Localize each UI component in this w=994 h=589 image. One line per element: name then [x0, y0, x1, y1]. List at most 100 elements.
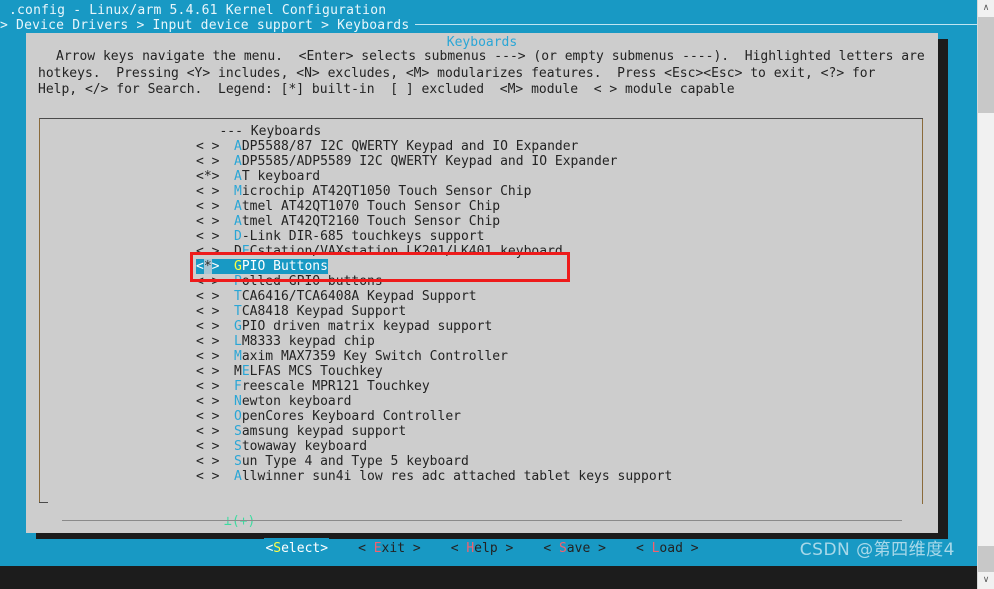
menu-item-label: Maxim MAX7359 Key Switch Controller: [234, 349, 508, 364]
menu-item-flag: < >: [196, 184, 243, 199]
menu-item[interactable]: < > Sun Type 4 and Type 5 keyboard: [196, 454, 916, 469]
scrollbar-thumb[interactable]: [978, 17, 994, 113]
dialog-button-help[interactable]: < Help >: [450, 538, 515, 560]
menu-item[interactable]: < > TCA6416/TCA6408A Keypad Support: [196, 289, 916, 304]
menu-item[interactable]: < > Atmel AT42QT1070 Touch Sensor Chip: [196, 199, 916, 214]
breadcrumb-rule: [415, 23, 977, 25]
csdn-watermark: CSDN @第四维度4: [799, 540, 955, 560]
help-line: Arrow keys navigate the menu. <Enter> se…: [56, 49, 925, 64]
menu-item[interactable]: < > D-Link DIR-685 touchkeys support: [196, 229, 916, 244]
menu-item-text: olled GPIO buttons: [241, 274, 383, 289]
menu-item-hotkey-letter: E: [241, 364, 250, 379]
menu-item-text: DP5588/87 I2C QWERTY Keypad and IO Expan…: [241, 139, 579, 154]
menu-item[interactable]: <*> AT keyboard: [196, 169, 916, 184]
menu-item-text: amsung keypad support: [241, 424, 407, 439]
menu-frame-right-edge: [914, 118, 923, 504]
menu-item-label: Sun Type 4 and Type 5 keyboard: [234, 454, 469, 469]
menu-item[interactable]: < > Polled GPIO buttons: [196, 274, 916, 289]
menu-item-hotkey-letter: A: [234, 139, 242, 154]
dialog-button-load[interactable]: < Load >: [635, 538, 700, 560]
menu-list: --- Keyboards < > ADP5588/87 I2C QWERTY K…: [196, 124, 916, 484]
menu-item-flag: < >: [196, 304, 243, 319]
menu-item-label: Atmel AT42QT2160 Touch Sensor Chip: [234, 214, 500, 229]
menu-item-text: M8333 keypad chip: [241, 334, 375, 349]
cursor-block: *: [203, 259, 212, 274]
menu-item-flag: < >: [196, 274, 243, 289]
button-label-rest: xit >: [381, 541, 421, 556]
help-text: Arrow keys navigate the menu. <Enter> se…: [38, 49, 928, 99]
dialog-button-save[interactable]: < Save >: [542, 538, 607, 560]
menu-item-text: penCores Keyboard Controller: [241, 409, 461, 424]
menu-item[interactable]: < > TCA8418 Keypad Support: [196, 304, 916, 319]
button-hotkey-letter: S: [273, 541, 282, 556]
menu-item-hotkey-letter: A: [234, 154, 242, 169]
help-line: hotkeys. Pressing <Y> includes, <N> excl…: [38, 65, 876, 81]
menu-item-flag: < >: [196, 319, 243, 334]
menu-item-text: -Link DIR-685 touchkeys support: [241, 229, 485, 244]
menu-item-text: towaway keyboard: [241, 439, 368, 454]
menu-item[interactable]: < > GPIO driven matrix keypad support: [196, 319, 916, 334]
menu-item-label: LM8333 keypad chip: [234, 334, 375, 349]
menu-item[interactable]: < > Samsung keypad support: [196, 424, 916, 439]
breadcrumb-text: > Device Drivers > Input device support …: [0, 18, 410, 33]
menu-item-label: D-Link DIR-685 touchkeys support: [234, 229, 484, 244]
menu-item-hotkey-letter: S: [234, 454, 242, 469]
button-label-rest: elect>: [281, 541, 329, 556]
menu-item-flag: < >: [196, 139, 243, 154]
menu-item-hotkey-letter: G: [234, 259, 242, 274]
menu-item[interactable]: < > ADP5588/87 I2C QWERTY Keypad and IO …: [196, 139, 916, 154]
menu-item-flag: < >: [196, 409, 243, 424]
menu-item-hotkey-letter: E: [241, 244, 250, 259]
menu-item[interactable]: < > LM8333 keypad chip: [196, 334, 916, 349]
menu-item-flag: <*>: [196, 259, 243, 274]
menu-item-flag: < >: [196, 439, 243, 454]
button-label-rest: oad >: [659, 541, 699, 556]
menu-item[interactable]: < > ADP5585/ADP5589 I2C QWERTY Keypad an…: [196, 154, 916, 169]
menu-item[interactable]: < > OpenCores Keyboard Controller: [196, 409, 916, 424]
menu-item-text: llwinner sun4i low res adc attached tabl…: [241, 469, 673, 484]
menu-item[interactable]: < > MELFAS MCS Touchkey: [196, 364, 916, 379]
button-bracket-left: <: [543, 541, 559, 556]
dialog-button-select[interactable]: <Select>: [264, 538, 330, 560]
menu-item-label: OpenCores Keyboard Controller: [234, 409, 461, 424]
browser-scrollbar[interactable]: ∧ ∨: [977, 0, 994, 589]
kernel-config-title: .config - Linux/arm 5.4.61 Kernel Config…: [9, 3, 387, 18]
keyboards-dialog: Keyboards Arrow keys navigate the menu. …: [26, 33, 938, 560]
menu-item-selected[interactable]: <*> GPIO Buttons: [196, 259, 916, 274]
menu-item[interactable]: < > DECstation/VAXstation LK201/LK401 ke…: [196, 244, 916, 259]
menu-item-text: tmel AT42QT2160 Touch Sensor Chip: [241, 214, 501, 229]
menu-item[interactable]: < > Atmel AT42QT2160 Touch Sensor Chip: [196, 214, 916, 229]
menu-item[interactable]: < > Freescale MPR121 Touchkey: [196, 379, 916, 394]
dialog-button-exit[interactable]: < Exit >: [357, 538, 422, 560]
menu-item-hotkey-letter: N: [234, 394, 242, 409]
menu-item[interactable]: < > Allwinner sun4i low res adc attached…: [196, 469, 916, 484]
menu-item-flag: < >: [196, 229, 243, 244]
button-label-rest: ave >: [566, 541, 606, 556]
menu-item-flag: < >: [196, 199, 243, 214]
menu-item-hotkey-letter: P: [234, 274, 242, 289]
scroll-more-indicator: ⊥(+): [224, 514, 256, 529]
menu-item-text: tmel AT42QT1070 Touch Sensor Chip: [241, 199, 501, 214]
menu-item-hotkey-letter: A: [234, 469, 242, 484]
button-hotkey-letter: E: [373, 541, 382, 556]
menu-item-hotkey-letter: L: [234, 334, 242, 349]
scroll-down-arrow-icon[interactable]: ∨: [978, 572, 994, 589]
button-hotkey-letter: S: [558, 541, 567, 556]
menu-item-label: DECstation/VAXstation LK201/LK401 keyboa…: [234, 244, 563, 259]
menu-item-label: Freescale MPR121 Touchkey: [234, 379, 430, 394]
menu-item[interactable]: < > Maxim MAX7359 Key Switch Controller: [196, 349, 916, 364]
scroll-up-arrow-icon[interactable]: ∧: [978, 0, 994, 17]
menu-item[interactable]: < > Newton keyboard: [196, 394, 916, 409]
menu-item[interactable]: < > Stowaway keyboard: [196, 439, 916, 454]
menu-item-flag: < >: [196, 289, 243, 304]
menu-item-label: TCA8418 Keypad Support: [234, 304, 406, 319]
button-label-rest: elp >: [474, 541, 514, 556]
menu-item-flag: < >: [196, 334, 243, 349]
scrollbar-thumb-lower[interactable]: [978, 546, 994, 572]
menu-item-text: T keyboard: [241, 169, 321, 184]
menu-item-text: Cstation/VAXstation LK201/LK401 keyboard: [249, 244, 563, 259]
menu-item-hotkey-letter: D: [234, 229, 242, 244]
menu-item-label: GPIO Buttons: [234, 259, 328, 274]
menu-item-label: MELFAS MCS Touchkey: [234, 364, 383, 379]
menu-item[interactable]: < > Microchip AT42QT1050 Touch Sensor Ch…: [196, 184, 916, 199]
